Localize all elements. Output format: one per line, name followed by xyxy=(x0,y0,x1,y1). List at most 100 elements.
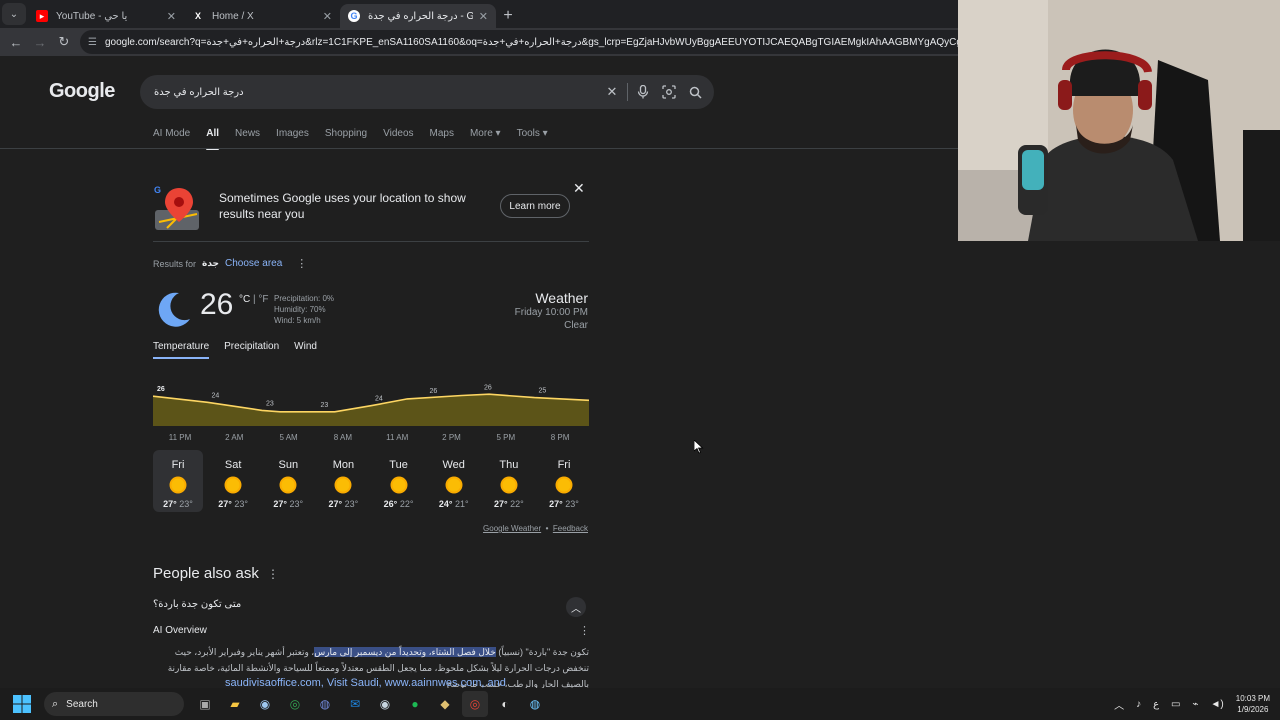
tab-shopping[interactable]: Shopping xyxy=(325,128,367,150)
browser-tab-google-search[interactable]: G درجة الحراره في جدة - Google Search ✕ xyxy=(340,4,496,28)
close-icon[interactable]: ✕ xyxy=(573,180,585,197)
day-low: 21° xyxy=(454,499,469,509)
choose-area-link[interactable]: Choose area xyxy=(225,258,282,269)
close-icon[interactable]: ✕ xyxy=(323,10,332,23)
search-input[interactable]: درجة الحراره في جدة xyxy=(154,87,599,98)
weather-condition: Clear xyxy=(564,320,588,331)
microphone-icon[interactable] xyxy=(630,79,656,105)
tab-more[interactable]: More ▾ xyxy=(470,128,501,150)
tab-maps[interactable]: Maps xyxy=(430,128,454,150)
more-options-icon[interactable]: ⋮ xyxy=(579,624,590,637)
chrome-icon[interactable]: ◎ xyxy=(282,691,308,717)
clear-icon[interactable]: ✕ xyxy=(599,79,625,105)
day-low: 23° xyxy=(179,499,193,509)
tab-news[interactable]: News xyxy=(235,128,260,150)
microphone-icon[interactable]: ♪ xyxy=(1136,699,1141,710)
tab-title: YouTube - يا حي xyxy=(56,10,128,22)
forecast-day[interactable]: Wed 24° 21° xyxy=(429,450,479,512)
day-name: Fri xyxy=(171,459,185,471)
temperature-data-label: 24 xyxy=(212,392,220,399)
unit-fahrenheit[interactable]: °F xyxy=(258,294,268,305)
spotify-icon[interactable]: ● xyxy=(402,691,428,717)
network-icon[interactable]: ⌁ xyxy=(1192,699,1198,710)
forecast-day[interactable]: Thu 27° 22° xyxy=(484,450,534,512)
google-weather-link[interactable]: Google Weather xyxy=(483,524,541,533)
close-icon[interactable]: ✕ xyxy=(167,10,176,23)
task-view-icon[interactable]: ▣ xyxy=(192,691,218,717)
browser-tab-x[interactable]: X Home / X ✕ xyxy=(184,4,340,28)
feedback-link[interactable]: Feedback xyxy=(553,524,588,533)
more-options-icon[interactable]: ⋮ xyxy=(267,567,279,581)
current-temperature: 26 xyxy=(200,288,234,321)
windows-start-icon[interactable] xyxy=(12,694,32,714)
chrome-icon[interactable]: ◎ xyxy=(462,691,488,717)
paa-question[interactable]: متى تكون جدة باردة؟ xyxy=(153,599,241,610)
new-tab-button[interactable]: + xyxy=(496,4,520,28)
reload-icon: ↻ xyxy=(58,34,70,49)
day-high: 24° xyxy=(438,499,453,509)
unit-celsius[interactable]: °C xyxy=(239,294,250,305)
search-box[interactable]: درجة الحراره في جدة ✕ xyxy=(140,75,714,109)
tab-precipitation[interactable]: Precipitation xyxy=(224,341,279,356)
sun-icon xyxy=(169,476,187,494)
outlook-icon[interactable]: ✉ xyxy=(342,691,368,717)
forecast-day[interactable]: Fri 27° 23° xyxy=(539,450,589,512)
tab-videos[interactable]: Videos xyxy=(383,128,413,150)
day-name: Mon xyxy=(332,459,355,471)
steam-icon[interactable]: ◉ xyxy=(252,691,278,717)
tab-ai-mode[interactable]: AI Mode xyxy=(153,128,190,150)
day-low: 22° xyxy=(399,499,414,509)
forecast-day[interactable]: Fri 27° 23° xyxy=(153,450,203,512)
discord-icon[interactable]: ◍ xyxy=(312,691,338,717)
camera-lens-icon[interactable] xyxy=(656,79,682,105)
day-low: 23° xyxy=(234,499,249,509)
file-explorer-icon[interactable]: ▰ xyxy=(222,691,248,717)
day-high: 27° xyxy=(493,499,508,509)
globe-icon[interactable]: ◍ xyxy=(522,691,548,717)
tab-all[interactable]: All xyxy=(206,128,219,150)
google-logo[interactable]: Google xyxy=(49,80,115,103)
learn-more-button[interactable]: Learn more xyxy=(500,194,570,218)
forecast-day[interactable]: Sat 27° 23° xyxy=(208,450,258,512)
clock-date: 1/9/2026 xyxy=(1237,705,1269,714)
results-for-label: Results for xyxy=(153,258,197,269)
webcam-person-image xyxy=(958,0,1280,241)
forecast-day[interactable]: Mon 27° 23° xyxy=(318,450,368,512)
forward-button[interactable]: → xyxy=(28,30,52,54)
taskbar-clock[interactable]: 10:03 PM 1/9/2026 xyxy=(1236,693,1270,715)
obs-icon[interactable]: ◐ xyxy=(492,691,518,717)
clock-time: 10:03 PM xyxy=(1235,694,1270,703)
close-icon[interactable]: ✕ xyxy=(479,10,488,23)
forecast-day[interactable]: Sun 27° 23° xyxy=(263,450,313,512)
language-indicator[interactable]: ع xyxy=(1153,699,1159,710)
chevron-up-icon[interactable]: ︿ xyxy=(566,597,586,617)
volume-icon[interactable]: ◄) xyxy=(1211,699,1224,710)
day-high: 27° xyxy=(549,499,563,509)
temperature-chart[interactable]: 26 24 23 23 24 26 26 25 11 PM 2 AM 5 AM 8 AM 11 AM 2 … xyxy=(153,374,589,446)
chevron-up-icon[interactable]: ︿ xyxy=(1114,697,1124,712)
tab-temperature[interactable]: Temperature xyxy=(153,341,210,359)
reload-button[interactable]: ↻ xyxy=(52,30,76,54)
site-info-icon[interactable]: ☰ xyxy=(88,37,97,48)
search-icon[interactable] xyxy=(682,79,708,105)
google-icon: G xyxy=(348,10,360,22)
sun-icon xyxy=(500,476,518,494)
day-high: 27° xyxy=(328,499,343,509)
taskbar-search[interactable]: ⌕ Search xyxy=(44,692,184,716)
youtube-icon: ▸ xyxy=(36,10,48,22)
app-icon[interactable]: ◆ xyxy=(432,691,458,717)
more-options-icon[interactable]: ⋮ xyxy=(296,257,307,270)
hour-tick-label: 8 PM xyxy=(551,433,570,442)
display-icon[interactable]: ▭ xyxy=(1171,699,1180,710)
tab-wind[interactable]: Wind xyxy=(294,341,317,356)
steam-icon[interactable]: ◉ xyxy=(372,691,398,717)
tab-tools[interactable]: Tools ▾ xyxy=(517,128,548,150)
back-button[interactable]: ← xyxy=(4,30,28,54)
forecast-day[interactable]: Tue 26° 22° xyxy=(374,450,424,512)
address-bar[interactable]: ☰ google.com/search?q=درجة+الحراره+في+جد… xyxy=(80,30,970,54)
tab-images[interactable]: Images xyxy=(276,128,309,150)
tab-search-button[interactable]: ⌄ xyxy=(2,3,26,25)
mouse-cursor-icon xyxy=(694,440,704,454)
browser-tab-youtube[interactable]: ▸ YouTube - يا حي ✕ xyxy=(28,4,184,28)
weather-tabs: Temperature Precipitation Wind xyxy=(153,341,332,359)
